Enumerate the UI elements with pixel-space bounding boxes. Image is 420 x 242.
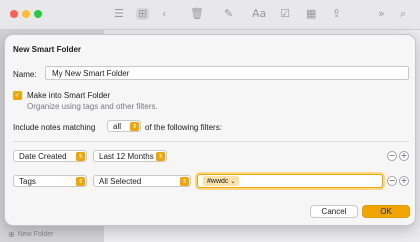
- chevron-updown-icon: ⇕: [130, 122, 139, 131]
- ok-button[interactable]: OK: [362, 205, 410, 218]
- filter-field-select[interactable]: Date Created ⇕: [13, 150, 87, 162]
- checklist-icon[interactable]: ☑: [280, 8, 290, 20]
- filter-value-select[interactable]: Last 12 Months ⇕: [93, 150, 167, 162]
- folder-name-input[interactable]: [45, 66, 409, 80]
- filter-field-value: Tags: [19, 176, 36, 186]
- compose-icon[interactable]: ✎: [224, 8, 233, 20]
- match-prefix-label: Include notes matching: [13, 123, 96, 132]
- trash-icon[interactable]: 🗑: [190, 8, 204, 20]
- chevron-down-icon: ⌄: [230, 177, 236, 185]
- add-filter-button[interactable]: +: [399, 151, 409, 161]
- smart-folder-checkbox[interactable]: ✓: [13, 91, 22, 100]
- list-view-icon[interactable]: ☰: [114, 8, 124, 20]
- filter-value-text: Last 12 Months: [99, 151, 154, 161]
- search-icon[interactable]: ⌕: [400, 8, 406, 20]
- table-icon[interactable]: ▦: [306, 8, 316, 20]
- chevron-updown-icon: ⇕: [76, 152, 85, 161]
- name-label: Name:: [13, 70, 37, 79]
- new-folder-label: New Folder: [17, 231, 54, 238]
- smart-folder-hint: Organize using tags and other filters.: [27, 102, 158, 111]
- notes-toolbar: ☰ ⊞ ‹ 🗑 ✎ Aa ☑ ▦ ⇪ » ⌕: [0, 0, 420, 30]
- remove-filter-button[interactable]: −: [387, 176, 397, 186]
- minimize-window-button[interactable]: [22, 10, 30, 18]
- gallery-view-icon[interactable]: ⊞: [136, 8, 150, 20]
- zoom-window-button[interactable]: [34, 10, 42, 18]
- filter-value-text: All Selected: [99, 176, 142, 186]
- dialog-title: New Smart Folder: [13, 45, 82, 54]
- chevron-updown-icon: ⇕: [76, 177, 85, 186]
- match-suffix-label: of the following filters:: [145, 123, 222, 132]
- chevron-updown-icon: ⇕: [180, 177, 189, 186]
- smart-folder-label: Make into Smart Folder: [27, 91, 111, 100]
- more-icon[interactable]: »: [378, 8, 385, 20]
- divider: [13, 141, 409, 142]
- match-mode-select[interactable]: all ⇕: [107, 120, 141, 132]
- new-smart-folder-dialog: New Smart Folder Name: ✓ Make into Smart…: [4, 34, 416, 226]
- back-icon[interactable]: ‹: [162, 8, 166, 20]
- filter-value-select[interactable]: All Selected ⇕: [93, 175, 191, 187]
- new-folder-button[interactable]: ⊕ New Folder: [8, 230, 54, 239]
- filter-field-value: Date Created: [19, 151, 67, 161]
- close-window-button[interactable]: [10, 10, 18, 18]
- cancel-button[interactable]: Cancel: [310, 205, 358, 218]
- add-filter-button[interactable]: +: [399, 176, 409, 186]
- font-icon[interactable]: Aa: [252, 8, 266, 20]
- match-mode-value: all: [113, 121, 122, 131]
- remove-filter-button[interactable]: −: [387, 151, 397, 161]
- tag-token-field[interactable]: #wwdc ⌄: [197, 174, 383, 188]
- tag-token[interactable]: #wwdc ⌄: [203, 176, 240, 186]
- chevron-updown-icon: ⇕: [156, 152, 165, 161]
- add-folder-icon: ⊕: [8, 230, 15, 239]
- filter-field-select[interactable]: Tags ⇕: [13, 175, 87, 187]
- tag-token-label: #wwdc: [207, 177, 229, 185]
- share-icon[interactable]: ⇪: [332, 8, 341, 20]
